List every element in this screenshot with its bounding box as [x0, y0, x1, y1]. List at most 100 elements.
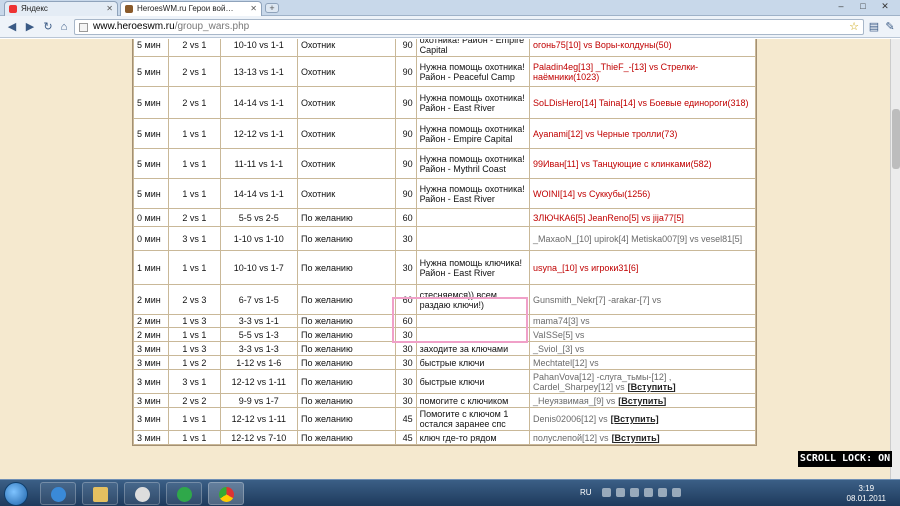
cell-type: По желанию [296, 355, 396, 370]
tray-icon[interactable] [644, 488, 653, 497]
cell-participants[interactable]: Gunsmith_Nekr[7] -arakar-[7] vs [529, 284, 756, 315]
cell-mode: 2 vs 3 [168, 284, 221, 315]
back-icon[interactable]: ◀ [4, 19, 20, 35]
cell-number: 90 [394, 86, 417, 119]
cell-participants[interactable]: Ayanami[12] vs Черные тролли(73) [529, 118, 756, 149]
chrome-taskbar-button[interactable] [208, 482, 244, 505]
page-menu-icon[interactable]: ▤ [866, 19, 882, 35]
cell-comment: быстрые ключи [415, 355, 531, 370]
table-row: 0 мин 3 vs 1 1-10 vs 1-10 По желанию 30 _Maxa… [132, 226, 756, 251]
cell-participants[interactable]: _MaxaoN_[10] upirok[4] Metiska007[9] vs … [529, 226, 756, 251]
cell-time-text: 5 мин [137, 97, 161, 108]
join-link[interactable]: [Вступить] [611, 414, 659, 424]
vertical-scrollbar[interactable] [890, 39, 900, 479]
language-indicator[interactable]: RU [580, 488, 592, 497]
clock-time: 3:19 [858, 484, 875, 493]
join-link[interactable]: [Вступить] [612, 433, 660, 443]
join-link[interactable]: [Вступить] [628, 382, 676, 392]
explorer-taskbar-button[interactable] [82, 482, 118, 505]
scrollbar-thumb[interactable] [892, 109, 900, 169]
cell-type: По желанию [296, 314, 396, 328]
cell-mode: 1 vs 1 [168, 250, 221, 285]
cell-participants[interactable]: WOINI[14] vs Суккубы(1256) [529, 178, 756, 209]
network-icon[interactable] [658, 488, 667, 497]
home-icon[interactable]: ⌂ [56, 19, 72, 35]
cell-time: 3 мин [132, 393, 170, 408]
cell-levels: 12-12 vs 1-11 [219, 369, 298, 394]
reload-icon[interactable]: ↻ [40, 19, 56, 35]
cell-participants[interactable]: полуслепой[12] vs [Вступить] [529, 430, 756, 445]
radio-icon [177, 487, 192, 502]
ie-taskbar-button[interactable] [40, 482, 76, 505]
cell-type: Охотник [296, 118, 396, 149]
cell-levels: 3-3 vs 1-1 [219, 314, 298, 328]
forward-icon[interactable]: ▶ [22, 19, 38, 35]
cell-type-text: Охотник [300, 158, 336, 169]
cell-mode-text: 2 vs 1 [182, 40, 207, 50]
close-tab-icon[interactable]: ✕ [250, 4, 257, 13]
cell-comment: ключ где-то рядом [415, 430, 531, 445]
bookmark-star-icon[interactable]: ☆ [849, 20, 859, 34]
cell-mode-text: 3 vs 1 [182, 233, 207, 244]
clock-date: 08.01.2011 [846, 494, 886, 503]
new-tab-button[interactable]: + [265, 3, 279, 13]
cell-levels-text: 14-14 vs 1-1 [233, 188, 284, 199]
media-taskbar-button[interactable] [124, 482, 160, 505]
cell-participants[interactable]: Denis02006[12] vs [Вступить] [529, 407, 756, 431]
cell-levels: 14-14 vs 1-1 [219, 86, 298, 119]
cell-participants[interactable]: огонь75[10] vs Воры-колдуны(50) [529, 39, 756, 57]
cell-participants[interactable]: Mechtatel[12] vs [529, 355, 756, 370]
cell-comment: Нужна помощь охотника! Район - East Rive… [415, 86, 531, 119]
radio-taskbar-button[interactable] [166, 482, 202, 505]
cell-number: 30 [394, 250, 417, 285]
tray-icon[interactable] [602, 488, 611, 497]
cell-participants[interactable]: _Sviol_[3] vs [529, 341, 756, 356]
cell-participants[interactable]: mama74[3] vs [529, 314, 756, 328]
cell-levels: 1-10 vs 1-10 [219, 226, 298, 251]
tray-icon[interactable] [630, 488, 639, 497]
cell-number-text: 90 [402, 188, 413, 199]
cell-number: 30 [394, 393, 417, 408]
cell-comment-text: помогите с ключиком [419, 395, 509, 406]
cell-type: По желанию [296, 393, 396, 408]
cell-participants[interactable]: SoLDisHero[14] Taina[14] vs Боевые едино… [529, 86, 756, 119]
tab-yandex[interactable]: Яндекс ✕ [4, 1, 118, 16]
close-tab-icon[interactable]: ✕ [106, 4, 113, 13]
clock[interactable]: 3:19 08.01.2011 [847, 484, 886, 504]
cell-levels: 13-13 vs 1-1 [219, 56, 298, 87]
cell-participants[interactable]: ЗЛЮЧКА6[5] JeanReno[5] vs jija77[5] [529, 208, 756, 227]
wrench-icon[interactable]: ✎ [882, 19, 898, 35]
cell-time-text: 5 мин [137, 128, 161, 139]
cell-participants[interactable]: usyna_[10] vs игроки31[6] [529, 250, 756, 285]
address-bar[interactable]: www.heroeswm.ru/group_wars.php ☆ [74, 19, 864, 35]
taskbar: RU 3:19 08.01.2011 [0, 479, 900, 506]
cell-participants[interactable]: Paladin4eg[13] _ThieF_-[13] vs Стрелки-н… [529, 56, 756, 87]
cell-participants-text: ЗЛЮЧКА6[5] JeanReno[5] vs jija77[5] [533, 212, 684, 223]
folder-icon [93, 487, 108, 502]
cell-participants[interactable]: VaISSe[5] vs [529, 327, 756, 342]
cell-number-text: 30 [402, 357, 413, 368]
cell-number: 30 [394, 355, 417, 370]
tab-strip: Яндекс ✕ HeroesWM.ru Герои вой… ✕ + – □ … [0, 0, 900, 16]
volume-icon[interactable] [672, 488, 681, 497]
cell-number-text: 90 [402, 158, 413, 169]
cell-comment-text: Нужна помощь охотника! Район - Empire Ca… [419, 123, 525, 144]
cell-levels-text: 1-10 vs 1-10 [233, 233, 284, 244]
cell-mode-text: 2 vs 1 [182, 212, 207, 223]
cell-participants[interactable]: _Неуязвимая_[9] vs [Вступить] [529, 393, 756, 408]
close-window-icon[interactable]: ✕ [874, 0, 896, 14]
cell-mode: 1 vs 1 [168, 327, 221, 342]
cell-mode: 1 vs 3 [168, 341, 221, 356]
tray-icon[interactable] [616, 488, 625, 497]
join-link[interactable]: [Вступить] [618, 396, 666, 406]
maximize-icon[interactable]: □ [852, 0, 874, 14]
cell-type: Охотник [296, 56, 396, 87]
start-button[interactable] [4, 482, 28, 506]
minimize-icon[interactable]: – [830, 0, 852, 14]
tab-heroeswm[interactable]: HeroesWM.ru Герои вой… ✕ [120, 1, 262, 16]
cell-number-text: 30 [402, 233, 413, 244]
cell-participants[interactable]: 99Иван[11] vs Танцующие с клинками(582) [529, 148, 756, 179]
cell-time-text: 0 мин [137, 212, 161, 223]
yandex-favicon-icon [9, 5, 17, 13]
cell-participants[interactable]: PahanVova[12] -слуга_тьмы-[12] , Cardel_… [529, 369, 756, 394]
